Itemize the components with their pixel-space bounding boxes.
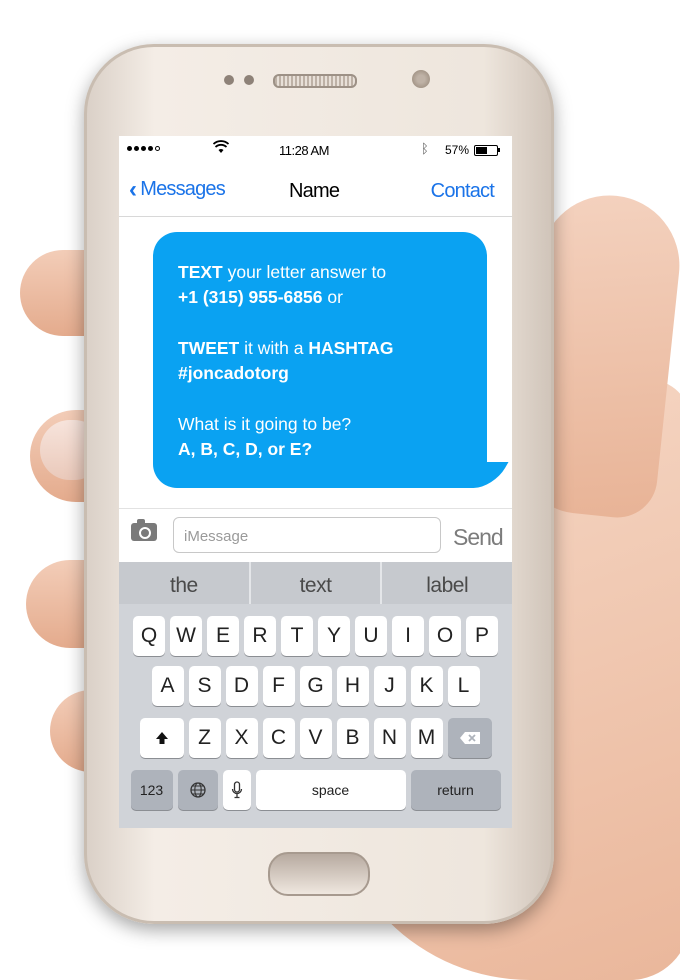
key-row-4: 123 space return	[119, 770, 512, 810]
key[interactable]: Y	[318, 616, 350, 656]
suggestion-item[interactable]: label	[382, 562, 512, 604]
text-keyword: TEXT	[178, 262, 223, 282]
message-line: your letter answer to	[222, 262, 387, 282]
key-row-1: Q W E R T Y U I O P	[119, 616, 512, 656]
key[interactable]: T	[281, 616, 313, 656]
key[interactable]: I	[392, 616, 424, 656]
space-key[interactable]: space	[255, 770, 406, 810]
key[interactable]: V	[299, 718, 332, 758]
mic-key[interactable]	[222, 770, 251, 810]
key[interactable]: B	[336, 718, 369, 758]
key[interactable]: S	[188, 666, 221, 706]
key[interactable]: R	[244, 616, 276, 656]
key-row-2: A S D F G H J K L	[119, 666, 512, 706]
return-key[interactable]: return	[410, 770, 501, 810]
backspace-icon	[459, 732, 480, 744]
tweet-keyword: TWEET	[178, 338, 240, 358]
sensor-dot	[224, 75, 234, 85]
question: What is it going to be?	[178, 414, 352, 434]
signal-icon	[127, 146, 160, 151]
microphone-icon	[231, 781, 242, 799]
battery-icon	[474, 145, 498, 156]
hashtag: #joncadotorg	[178, 363, 289, 383]
wifi-icon	[212, 140, 230, 157]
key[interactable]: M	[410, 718, 443, 758]
key[interactable]: H	[336, 666, 369, 706]
key[interactable]: F	[262, 666, 295, 706]
screen: 11:28 AM ᛒ 57% ‹ Messages Name Contact T…	[119, 136, 512, 828]
key[interactable]: J	[373, 666, 406, 706]
key[interactable]: L	[447, 666, 480, 706]
suggestion-item[interactable]: the	[119, 562, 251, 604]
phone-number: +1 (315) 955-6856	[178, 287, 323, 307]
message-input[interactable]: iMessage	[173, 517, 441, 553]
key[interactable]: A	[151, 666, 184, 706]
hashtag-keyword: HASHTAG	[308, 338, 394, 358]
key[interactable]: P	[466, 616, 498, 656]
home-button[interactable]	[268, 852, 370, 896]
key[interactable]: D	[225, 666, 258, 706]
status-bar: 11:28 AM ᛒ 57%	[119, 136, 512, 164]
conversation-title: Name	[289, 180, 340, 202]
camera-icon[interactable]	[131, 519, 157, 541]
compose-bar: iMessage Send	[119, 508, 512, 563]
battery-percent: 57%	[445, 143, 470, 157]
chevron-left-icon: ‹	[129, 175, 137, 203]
key[interactable]: E	[207, 616, 239, 656]
back-button[interactable]: ‹ Messages	[129, 175, 226, 203]
key[interactable]: X	[225, 718, 258, 758]
keyboard: the text label Q W E R T Y U I O P A S D…	[119, 562, 512, 828]
key[interactable]: Q	[133, 616, 165, 656]
message-text: TEXT your letter answer to +1 (315) 955-…	[178, 260, 478, 462]
battery-tip	[498, 148, 500, 152]
key-row-3: Z X C V B N M	[119, 718, 512, 758]
message-bubble: TEXT your letter answer to +1 (315) 955-…	[153, 232, 487, 488]
sensor-dot	[244, 75, 254, 85]
key[interactable]: N	[373, 718, 406, 758]
key[interactable]: W	[170, 616, 202, 656]
message-line: it with a	[239, 338, 309, 358]
send-button[interactable]: Send	[453, 524, 504, 551]
front-camera	[412, 70, 430, 88]
suggestion-bar: the text label	[119, 562, 512, 604]
status-time: 11:28 AM	[279, 143, 329, 158]
bluetooth-icon: ᛒ	[421, 141, 429, 156]
key[interactable]: C	[262, 718, 295, 758]
shift-key[interactable]	[139, 718, 184, 758]
key[interactable]: U	[355, 616, 387, 656]
contact-button[interactable]: Contact	[431, 180, 495, 203]
speaker-grille	[273, 74, 357, 88]
key[interactable]: O	[429, 616, 461, 656]
nav-bar: ‹ Messages Name Contact	[119, 164, 512, 217]
key[interactable]: G	[299, 666, 332, 706]
globe-icon	[189, 782, 206, 798]
back-label: Messages	[140, 178, 226, 200]
globe-key[interactable]	[177, 770, 218, 810]
suggestion-item[interactable]: text	[251, 562, 383, 604]
answer-options: A, B, C, D, or E?	[178, 439, 313, 459]
message-line: or	[322, 287, 343, 307]
key[interactable]: K	[410, 666, 443, 706]
numbers-key[interactable]: 123	[130, 770, 173, 810]
shift-icon	[155, 732, 168, 744]
key[interactable]: Z	[188, 718, 221, 758]
backspace-key[interactable]	[447, 718, 492, 758]
